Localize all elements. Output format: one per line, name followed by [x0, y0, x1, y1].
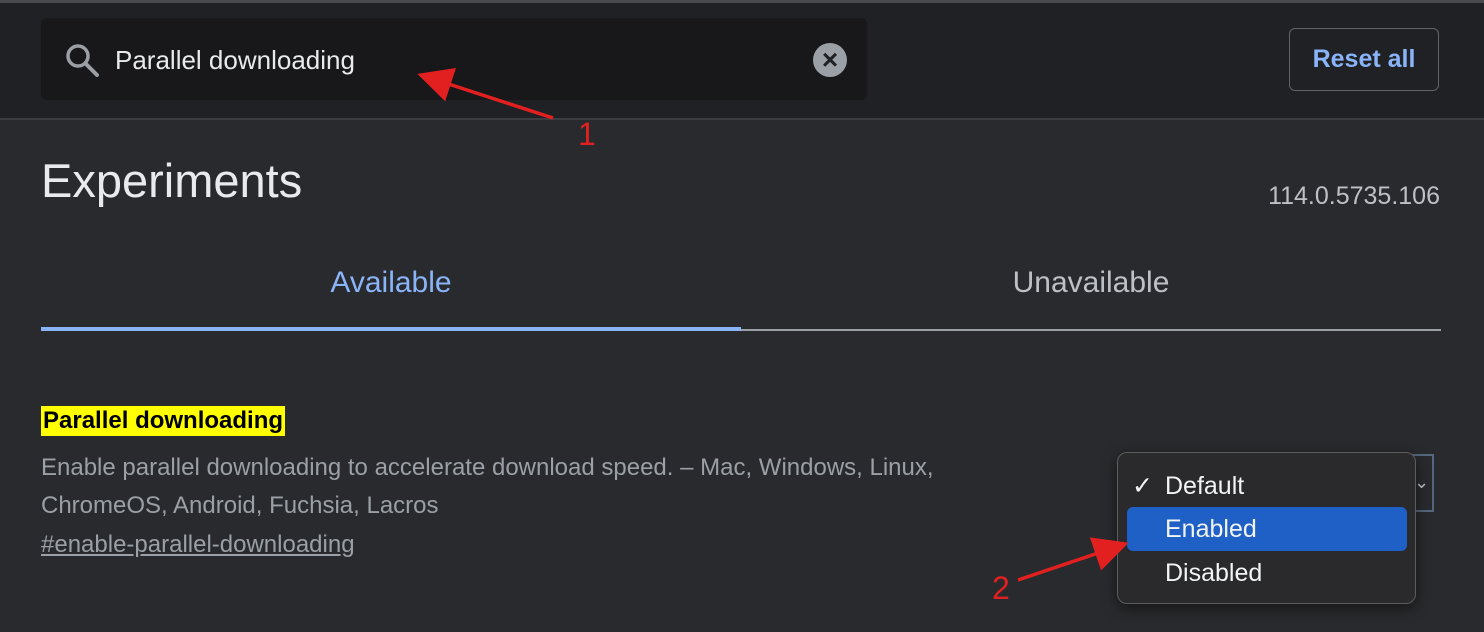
annotation-arrows: [417, 68, 1129, 582]
annotation-arrow-1: [417, 68, 554, 120]
annotation-label-2: 2: [992, 570, 1010, 606]
annotation-label-1: 1: [578, 116, 596, 152]
annotation-arrow-2: [1017, 537, 1129, 582]
